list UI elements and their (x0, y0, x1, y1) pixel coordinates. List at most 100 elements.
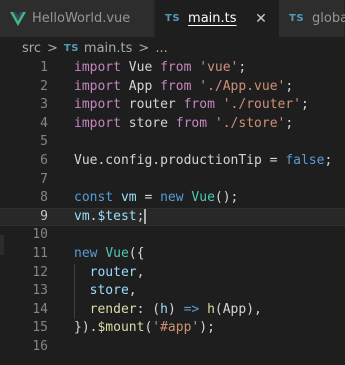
code-token: ({ (128, 245, 145, 261)
text-cursor (144, 208, 147, 224)
line-number: 11 (32, 245, 48, 261)
line-number: 13 (32, 283, 48, 299)
code-line[interactable]: 16 (0, 338, 345, 357)
code-token: router (89, 264, 137, 280)
code-token: Vue (105, 245, 129, 261)
code-token: false (285, 152, 325, 168)
code-token: h (160, 301, 168, 317)
code-token: from (175, 115, 208, 131)
line-number: 2 (40, 78, 48, 94)
breadcrumb: src > TS main.ts > ... (0, 37, 345, 59)
code-line[interactable]: 7 (0, 171, 345, 190)
code-token: (); (214, 190, 239, 206)
code-token: './store' (214, 115, 286, 131)
code-token: store (89, 283, 129, 299)
code-token: from (160, 78, 192, 94)
code-token: '#app' (152, 320, 200, 336)
line-number: 6 (40, 152, 48, 168)
code-token: ; (136, 208, 145, 224)
code-line[interactable]: 3 import router from './router'; (0, 96, 345, 115)
code-token: ) (167, 301, 184, 317)
line-number: 8 (40, 190, 48, 206)
code-line[interactable]: 14 render: (h) => h(App), (0, 300, 345, 320)
code-line[interactable]: 1 import Vue from 'vue'; (0, 59, 345, 78)
line-number: 16 (32, 338, 48, 354)
code-line[interactable]: 10 (0, 226, 345, 245)
code-token: import (74, 115, 121, 131)
chevron-right-icon: > (138, 40, 150, 56)
tab-label: main.ts (188, 11, 237, 26)
tab-global-ts[interactable]: TS global. (279, 0, 345, 37)
code-token: Vue.config.productionTip = (74, 152, 286, 168)
code-token: render (89, 301, 137, 317)
code-token: ); (199, 320, 215, 336)
line-number: 1 (40, 60, 48, 75)
code-text: import Vue from 'vue'; (74, 59, 246, 78)
breadcrumb-symbols[interactable]: ... (155, 41, 167, 56)
code-token: , (128, 283, 137, 299)
line-number: 3 (40, 97, 48, 113)
typescript-icon: TS (63, 42, 79, 54)
code-line[interactable]: 8 const vm = new Vue(); (0, 189, 345, 208)
code-token: import (74, 78, 121, 94)
code-line[interactable]: 11 new Vue({ (0, 245, 345, 264)
code-text: import store from './store'; (74, 115, 293, 134)
line-number: 4 (40, 115, 48, 131)
code-token: import (74, 60, 121, 75)
code-token: from (160, 60, 192, 75)
code-token: : ( (136, 301, 161, 317)
code-text: store, (74, 282, 137, 301)
close-icon[interactable]: ✕ (253, 11, 269, 27)
code-token: h (207, 301, 215, 317)
code-token: Vue (120, 60, 161, 75)
code-token: vm (74, 208, 90, 224)
tab-main-ts[interactable]: TS main.ts ✕ (155, 0, 279, 37)
code-token: vm (120, 190, 137, 206)
code-editor[interactable]: 1 import Vue from 'vue'; 2 import App from … (0, 59, 345, 365)
code-line[interactable]: 5 (0, 133, 345, 152)
code-token: store (120, 115, 176, 131)
line-number: 9 (40, 208, 48, 224)
code-token: $mount (97, 320, 145, 336)
code-line[interactable]: 15}).$mount('#app'); (0, 319, 345, 338)
code-token: ; (285, 115, 294, 131)
code-line[interactable]: 4 import store from './store'; (0, 115, 345, 134)
code-text: Vue.config.productionTip = false; (74, 152, 332, 171)
code-line[interactable]: 13 store, (0, 282, 345, 301)
code-token: new (74, 245, 98, 261)
code-token: import (74, 97, 121, 113)
code-token: App (120, 78, 161, 94)
code-token: './App.vue' (199, 78, 286, 94)
code-line[interactable]: 9 vm.$test; (0, 207, 345, 227)
vue-icon (10, 11, 26, 26)
code-token: => (183, 301, 200, 317)
tab-label: HelloWorld.vue (32, 11, 131, 26)
code-token: (App), (214, 301, 262, 317)
code-text: router, (74, 264, 145, 283)
tab-helloworld-vue[interactable]: HelloWorld.vue (0, 0, 155, 37)
line-number: 15 (32, 320, 48, 336)
code-text: import App from './App.vue'; (74, 78, 293, 97)
typescript-icon: TS (165, 13, 181, 24)
code-line[interactable]: 2 import App from './App.vue'; (0, 78, 345, 97)
line-number: 12 (32, 264, 48, 280)
code-token: Vue (191, 190, 215, 206)
code-text: import router from './router'; (74, 96, 309, 115)
code-line[interactable]: 12 router, (0, 263, 345, 283)
line-number: 10 (32, 227, 48, 243)
breadcrumb-folder[interactable]: src (22, 41, 41, 56)
breadcrumb-file[interactable]: main.ts (84, 41, 132, 56)
code-token: ; (285, 78, 294, 94)
code-token: ; (238, 60, 247, 75)
code-token: from (183, 97, 215, 113)
editor-tab-bar: HelloWorld.vue TS main.ts ✕ TS global. (0, 0, 345, 37)
code-token: 'vue' (199, 60, 239, 75)
line-number: 14 (32, 301, 48, 317)
code-line[interactable]: 6 Vue.config.productionTip = false; (0, 152, 345, 171)
code-token: ; (324, 152, 333, 168)
